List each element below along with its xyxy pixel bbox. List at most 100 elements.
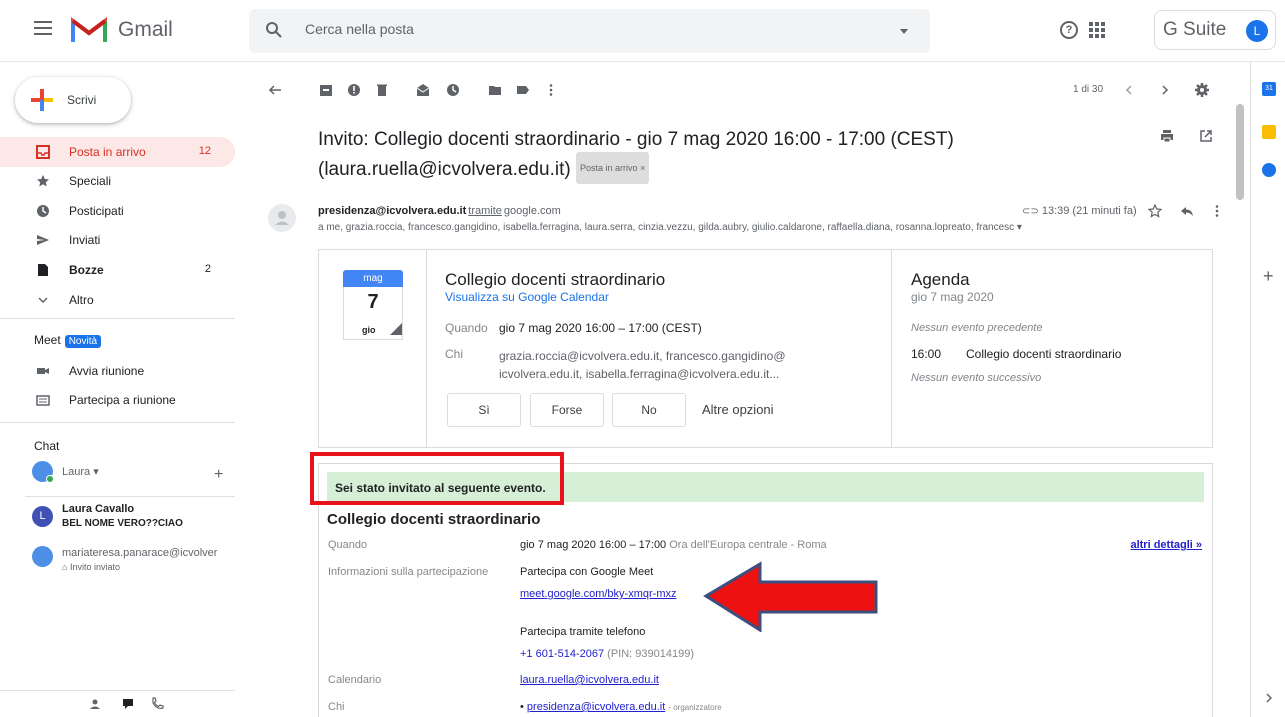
sidebar-item-more[interactable]: Altro [0, 285, 235, 315]
phone-number[interactable]: +1 601-514-2067 (PIN: 939014199) [520, 648, 694, 660]
online-dot-icon [46, 475, 54, 483]
calendar-value-link[interactable]: laura.ruella@icvolvera.edu.it [520, 674, 659, 686]
sidebar-item-label: Avvia riunione [69, 364, 145, 378]
sidebar-item-inbox[interactable]: Posta in arrivo 12 [0, 137, 235, 167]
agenda-previous: Nessun evento precedente [911, 322, 1043, 334]
add-addon-plus-icon[interactable]: + [1263, 266, 1274, 287]
card-divider [891, 250, 892, 447]
subject-line-1: Invito: Collegio docenti straordinario -… [318, 129, 954, 150]
when-label: Quando [445, 321, 488, 335]
newer-chevron-icon[interactable] [1122, 83, 1136, 97]
contacts-icon[interactable] [89, 698, 101, 710]
via-label[interactable]: tramite [468, 205, 502, 217]
sender-email[interactable]: presidenza@icvolvera.edu.it [318, 205, 466, 217]
apps-grid-icon[interactable] [1089, 22, 1105, 38]
help-icon[interactable]: ? [1060, 21, 1078, 39]
report-spam-icon[interactable] [347, 83, 361, 97]
back-arrow-icon[interactable] [268, 83, 282, 97]
search-icon[interactable] [265, 21, 283, 39]
who-label: Chi [328, 701, 345, 713]
sender-line: presidenza@icvolvera.edu.it tramite google… [318, 205, 561, 217]
star-outline-icon[interactable] [1148, 204, 1162, 218]
keep-app-icon[interactable] [1262, 125, 1276, 139]
email-subject: Invito: Collegio docenti straordinario -… [318, 126, 1078, 186]
sidebar-item-label: Inviati [69, 233, 101, 247]
search-input[interactable] [305, 21, 865, 37]
star-icon [37, 175, 49, 187]
calendar-date-icon: mag 7 gio [343, 270, 403, 340]
app-name: Gmail [118, 18, 173, 41]
sidebar-item-label: Speciali [69, 174, 112, 188]
more-options-button[interactable]: Altre opzioni [702, 402, 774, 417]
who-value: grazia.roccia@icvolvera.edu.it, francesc… [499, 349, 786, 381]
invite-card: mag 7 gio Collegio docenti straordinario… [318, 249, 1213, 448]
compose-button[interactable]: Scrivi [15, 77, 131, 123]
more-vert-icon[interactable] [544, 83, 558, 97]
sidebar-item-label: Altro [69, 293, 94, 307]
sidebar-item-label: Posta in arrivo [69, 145, 146, 159]
new-chat-plus-icon[interactable]: + [214, 466, 223, 484]
email-timestamp: ⊂⊃ 13:39 (21 minuti fa) [1022, 205, 1137, 217]
snooze-icon[interactable] [446, 83, 460, 97]
rsvp-maybe-button[interactable]: Forse [530, 393, 604, 427]
delete-icon[interactable] [375, 83, 389, 97]
sidebar-bottom-bar [0, 690, 235, 717]
view-in-calendar-link[interactable]: Visualizza su Google Calendar [445, 290, 609, 304]
video-icon [37, 368, 49, 374]
subject-line-2: (laura.ruella@icvolvera.edu.it) [318, 159, 571, 181]
keyboard-icon [36, 395, 50, 406]
meet-section-title: Meet Novità [34, 333, 102, 348]
search-bar[interactable] [249, 9, 930, 53]
scrollbar-thumb[interactable] [1236, 104, 1244, 200]
open-new-window-icon[interactable] [1199, 129, 1213, 143]
older-chevron-icon[interactable] [1158, 83, 1172, 97]
sidebar-item-start-meeting[interactable]: Avvia riunione [0, 356, 235, 386]
calendar-app-icon[interactable]: 31 [1262, 82, 1276, 96]
meet-title: Meet [34, 333, 61, 347]
label-icon[interactable] [516, 83, 530, 97]
account-switcher[interactable]: G Suite L [1154, 10, 1276, 50]
meet-link[interactable]: meet.google.com/bky-xmqr-mxz [520, 588, 677, 600]
agenda-date: gio 7 mag 2020 [911, 290, 994, 304]
sidebar-item-drafts[interactable]: Bozze 2 [0, 255, 235, 285]
move-to-icon[interactable] [488, 83, 502, 97]
detail-when-label: Quando [328, 539, 368, 551]
main-menu-icon[interactable] [34, 21, 52, 35]
join-meet-label: Partecipa con Google Meet [520, 566, 654, 578]
chat-section-title: Chat [34, 439, 60, 453]
settings-gear-icon[interactable] [1195, 83, 1209, 97]
top-bar: Gmail ? G Suite L [0, 0, 1285, 62]
clock-icon [37, 205, 49, 217]
mark-unread-icon[interactable] [416, 83, 430, 97]
gmail-logo-icon[interactable] [71, 16, 107, 42]
more-details-link[interactable]: altri dettagli » [1130, 539, 1202, 551]
compose-label: Scrivi [67, 93, 97, 107]
print-icon[interactable] [1160, 129, 1174, 143]
rsvp-no-button[interactable]: No [612, 393, 686, 427]
phone-icon[interactable] [150, 697, 164, 711]
inbox-label-chip[interactable]: Posta in arrivo × [575, 152, 650, 184]
draft-icon [38, 264, 48, 276]
chat-bubble-icon[interactable] [121, 697, 135, 711]
expand-panel-chevron-icon[interactable] [1263, 692, 1275, 704]
sidebar-item-join-meeting[interactable]: Partecipa a riunione [0, 385, 235, 415]
sidebar-item-sent[interactable]: Inviati [0, 225, 235, 255]
tasks-app-icon[interactable] [1262, 163, 1276, 177]
calendar-label: Calendario [328, 674, 382, 686]
recipients-line[interactable]: a me, grazia.roccia, francesco.gangidino… [318, 222, 1130, 233]
contact-name: mariateresa.panarace@icvolver [62, 547, 218, 559]
agenda-event[interactable]: Collegio docenti straordinario [966, 347, 1121, 361]
contact-status: ⌂ Invito inviato [62, 562, 120, 572]
sidebar-divider [0, 422, 235, 423]
unread-count: 12 [198, 145, 211, 157]
account-avatar[interactable]: L [1246, 20, 1268, 42]
agenda-time: 16:00 [911, 347, 942, 361]
message-more-icon[interactable] [1210, 204, 1224, 218]
archive-icon[interactable] [319, 83, 333, 97]
reply-icon[interactable] [1180, 204, 1194, 218]
sidebar-item-snoozed[interactable]: Posticipati [0, 196, 235, 226]
chevron-down-icon [38, 297, 48, 304]
sidebar-item-starred[interactable]: Speciali [0, 166, 235, 196]
search-options-icon[interactable] [900, 29, 908, 34]
rsvp-yes-button[interactable]: Sì [447, 393, 521, 427]
